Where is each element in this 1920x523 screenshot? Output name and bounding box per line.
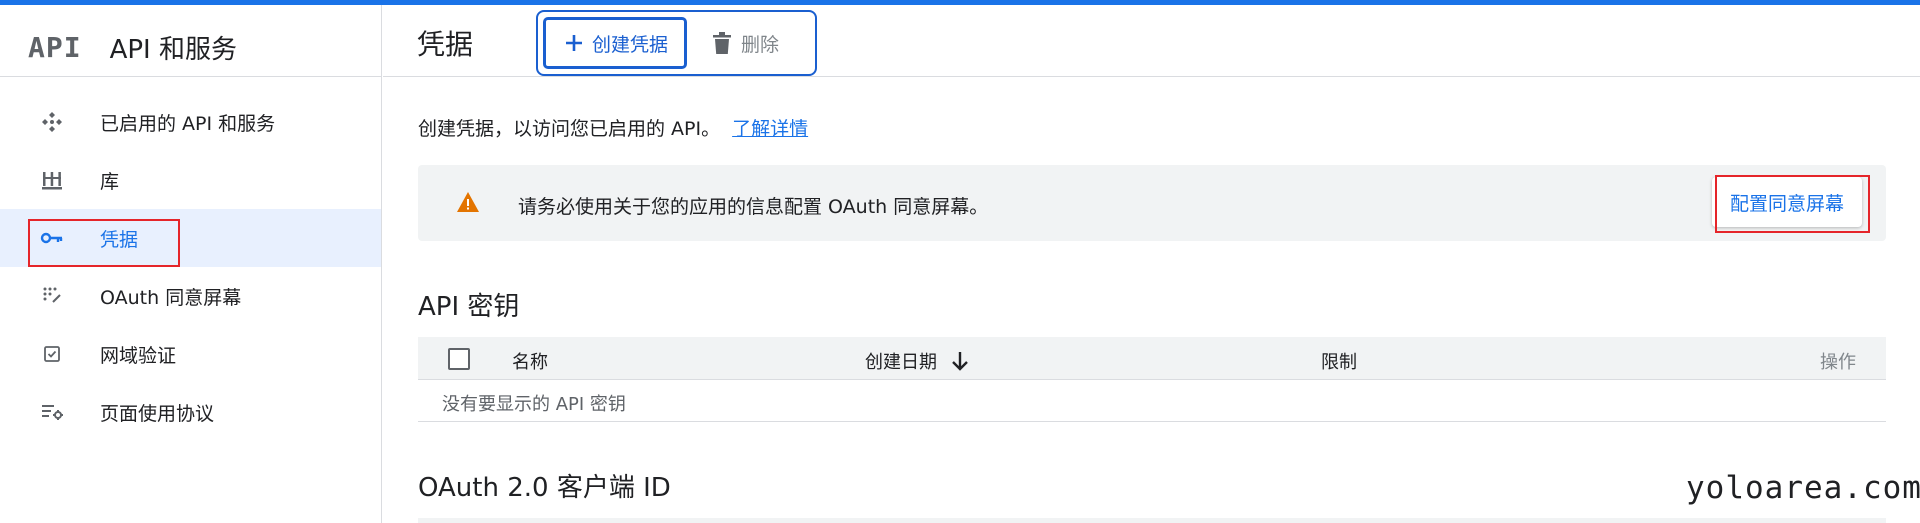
warning-icon (457, 192, 479, 212)
column-name: 名称 (512, 352, 548, 373)
sidebar-item-page-usage-agreement[interactable]: 页面使用协议 (0, 383, 381, 441)
sidebar-item-oauth-consent[interactable]: OAuth 同意屏幕 (0, 267, 381, 325)
page-header: 凭据 创建凭据 删除 (383, 5, 1920, 77)
create-credentials-label: 创建凭据 (592, 33, 669, 56)
brand: API API 和服务 (28, 23, 237, 71)
sidebar-item-label: 网域验证 (100, 344, 177, 367)
api-keys-table-header: 名称 创建日期 限制 操作 (418, 337, 1886, 380)
delete-label: 删除 (741, 33, 780, 56)
column-created-date-label: 创建日期 (865, 352, 937, 373)
watermark-text: yoloarea.com (1686, 470, 1920, 506)
banner-text: 请务必使用关于您的应用的信息配置 OAuth 同意屏幕。 (518, 196, 989, 218)
api-keys-title: API 密钥 (418, 292, 520, 322)
brand-title: API 和服务 (109, 34, 237, 65)
consent-warning-banner: 请务必使用关于您的应用的信息配置 OAuth 同意屏幕。 配置同意屏幕 (418, 165, 1886, 241)
api-diamond-icon (40, 110, 64, 134)
intro-line: 创建凭据，以访问您已启用的 API。 了解详情 (418, 114, 808, 141)
create-credentials-button[interactable]: 创建凭据 (543, 17, 687, 69)
sidebar-item-domain-verification[interactable]: 网域验证 (0, 325, 381, 383)
oauth-table-header (418, 518, 1886, 523)
checkbox-icon (40, 342, 64, 366)
library-icon (40, 168, 64, 192)
sidebar-item-label: OAuth 同意屏幕 (100, 286, 242, 309)
oauth-clients-title: OAuth 2.0 客户端 ID (418, 473, 671, 503)
page-title: 凭据 (417, 28, 474, 61)
sidebar-item-label: 库 (100, 170, 120, 193)
highlight-box-configure-button (1715, 175, 1870, 233)
sidebar-item-label: 已启用的 API 和服务 (100, 112, 276, 135)
consent-dots-icon (40, 284, 64, 308)
column-restrictions: 限制 (1321, 352, 1357, 373)
plus-icon (566, 35, 582, 51)
settings-list-icon (40, 400, 64, 424)
delete-button[interactable]: 删除 (713, 19, 779, 67)
column-created-date[interactable]: 创建日期 (865, 348, 969, 374)
sidebar-divider (0, 76, 382, 77)
empty-state-text: 没有要显示的 API 密钥 (442, 394, 626, 415)
trash-icon (713, 32, 731, 54)
learn-more-link[interactable]: 了解详情 (732, 114, 808, 141)
api-keys-empty-row: 没有要显示的 API 密钥 (418, 380, 1886, 422)
api-logo: API (28, 30, 82, 64)
sidebar-nav: 已启用的 API 和服务 库 凭据 OAuth 同意屏幕 网域验证 页面使用协议 (0, 93, 381, 441)
intro-text: 创建凭据，以访问您已启用的 API。 (418, 118, 721, 140)
column-actions: 操作 (1820, 352, 1856, 373)
sidebar-item-library[interactable]: 库 (0, 151, 381, 209)
highlight-box-credentials (28, 219, 180, 267)
sidebar-item-label: 页面使用协议 (100, 402, 215, 425)
select-all-checkbox[interactable] (448, 348, 470, 370)
sidebar-item-enabled-apis[interactable]: 已启用的 API 和服务 (0, 93, 381, 151)
arrow-down-icon (952, 352, 968, 371)
